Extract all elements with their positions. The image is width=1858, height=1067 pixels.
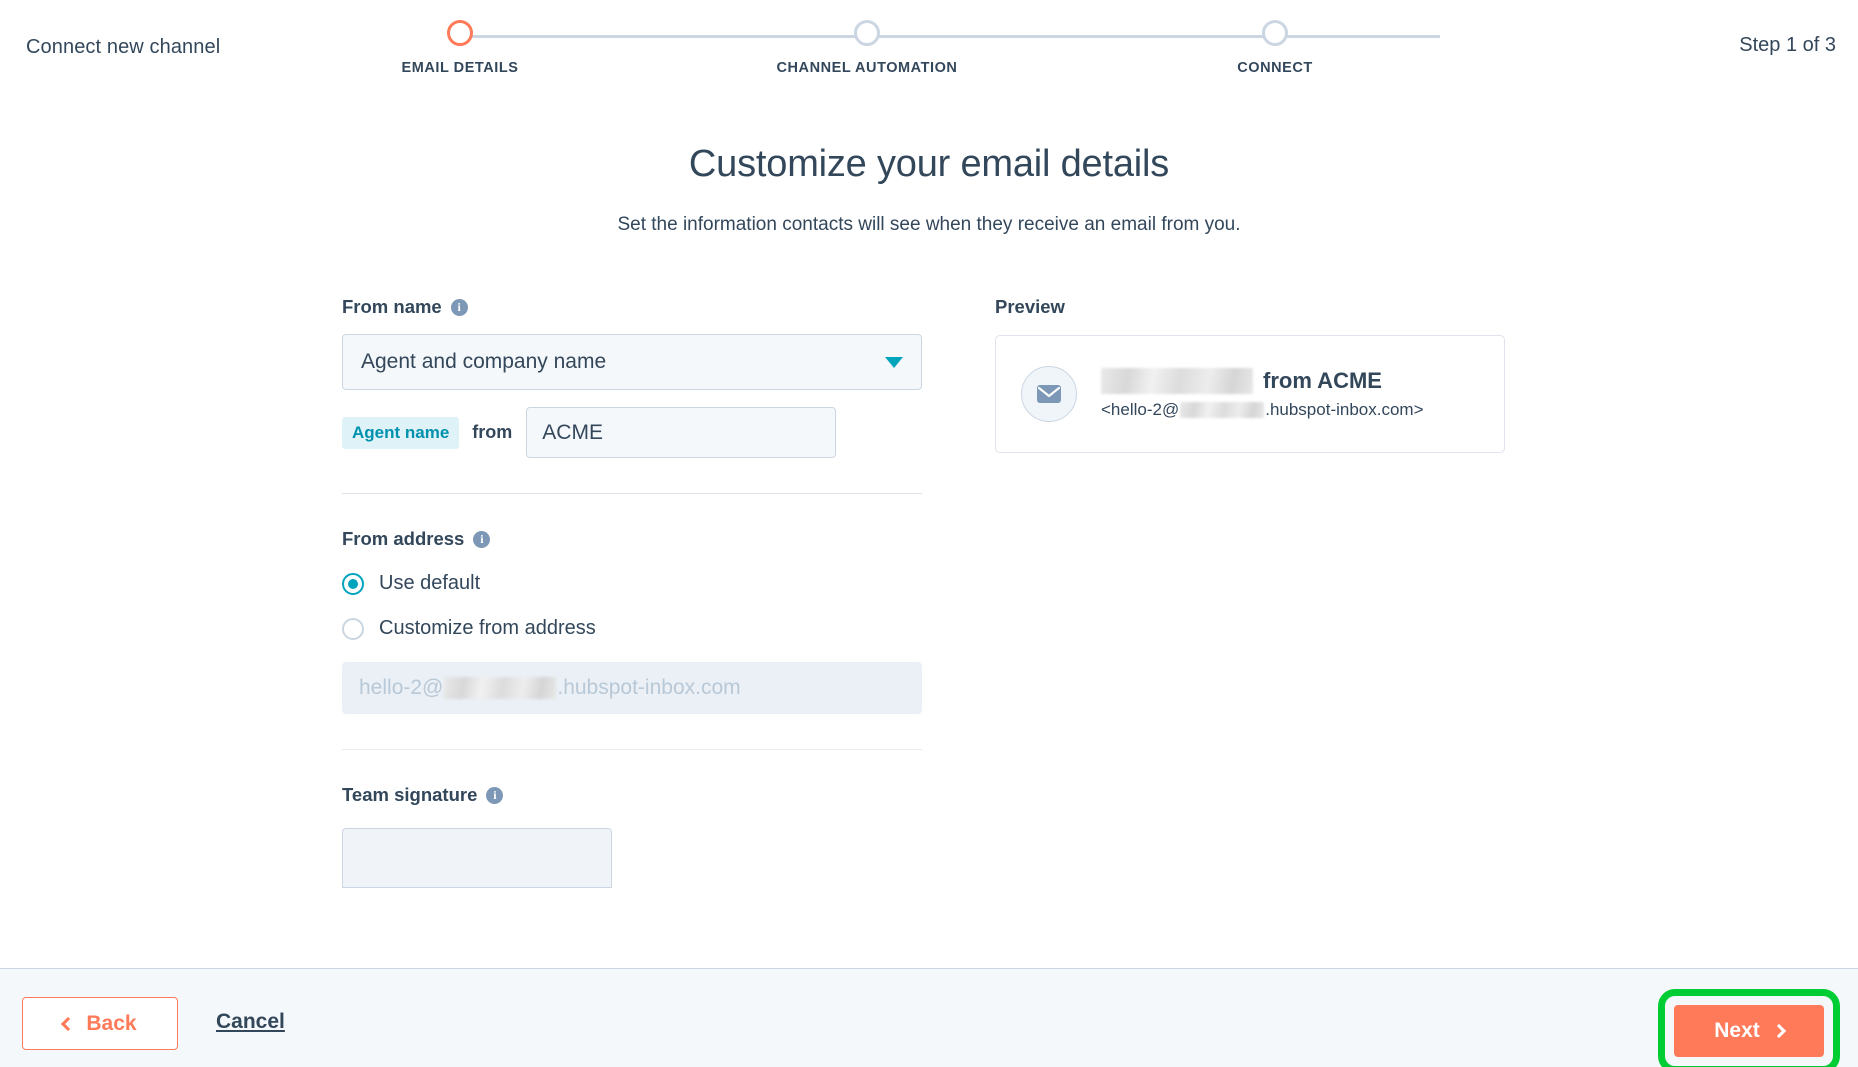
step-dot xyxy=(854,20,880,46)
info-icon[interactable]: i xyxy=(473,530,491,548)
radio-button-selected[interactable] xyxy=(342,572,364,595)
team-signature-label: Team signature i xyxy=(342,784,922,806)
from-address-prefix: hello-2@ xyxy=(359,676,444,699)
chevron-left-icon xyxy=(61,1016,76,1031)
radio-button[interactable] xyxy=(342,617,364,640)
company-name-input[interactable] xyxy=(526,407,837,458)
from-address-label-text: From address xyxy=(342,528,465,549)
email-preview-card: from ACME <hello-2@ .hubspot-inbox.com> xyxy=(995,335,1505,453)
token-from-label: from xyxy=(472,422,513,442)
from-address-suffix: .hubspot-inbox.com xyxy=(557,676,741,699)
step-connect[interactable]: CONNECT xyxy=(1175,18,1375,76)
main-content: Customize your email details Set the inf… xyxy=(0,100,1858,968)
form-column-left: From name i Agent and company name Agent… xyxy=(342,296,922,888)
step-dot xyxy=(1262,20,1288,46)
step-counter: Step 1 of 3 xyxy=(1739,34,1836,56)
from-name-select[interactable]: Agent and company name xyxy=(342,334,922,390)
page-heading: Customize your email details xyxy=(688,143,1170,185)
preview-sender-line: from ACME xyxy=(1101,368,1424,394)
info-icon[interactable]: i xyxy=(450,298,468,316)
next-button[interactable]: Next xyxy=(1674,1005,1824,1057)
chevron-right-icon xyxy=(1771,1023,1786,1039)
from-name-label-text: From name xyxy=(342,296,442,317)
preview-label: Preview xyxy=(995,296,1505,318)
step-channel-automation[interactable]: CHANNEL AUTOMATION xyxy=(767,18,967,76)
chevron-down-icon xyxy=(885,356,903,368)
preview-email-line: <hello-2@ .hubspot-inbox.com> xyxy=(1101,400,1424,420)
next-button-highlight: Next xyxy=(1658,989,1840,1067)
step-label-email-details: EMAIL DETAILS xyxy=(401,60,519,76)
step-dot-active xyxy=(447,20,473,46)
from-name-token-row: Agent name from xyxy=(342,407,922,458)
cancel-button[interactable]: Cancel xyxy=(216,1010,285,1034)
page-title: Connect new channel xyxy=(26,36,221,58)
radio-use-default[interactable]: Use default xyxy=(342,572,922,595)
agent-name-token[interactable]: Agent name xyxy=(342,416,460,449)
next-button-label: Next xyxy=(1714,1019,1760,1042)
back-button-label: Back xyxy=(86,1011,137,1035)
from-address-input-disabled: hello-2@ .hubspot-inbox.com xyxy=(342,662,922,714)
from-address-label: From address i xyxy=(342,528,922,550)
wizard-footer: Back Cancel Next xyxy=(0,968,1858,1067)
preview-text: from ACME <hello-2@ .hubspot-inbox.com> xyxy=(1101,368,1424,420)
page-subheading: Set the information contacts will see wh… xyxy=(617,214,1241,235)
preview-name-suffix: from ACME xyxy=(1263,368,1382,393)
radio-label-use-default: Use default xyxy=(379,572,481,594)
wizard-header: Connect new channel EMAIL DETAILS CHANNE… xyxy=(0,0,1858,100)
step-label-channel-automation: CHANNEL AUTOMATION xyxy=(776,60,958,76)
team-signature-label-text: Team signature xyxy=(342,784,478,805)
team-signature-editor[interactable] xyxy=(342,828,612,888)
section-divider xyxy=(342,749,922,750)
preview-email-close: .hubspot-inbox.com> xyxy=(1265,400,1424,419)
section-divider xyxy=(342,493,922,494)
back-button[interactable]: Back xyxy=(22,997,178,1050)
preview-email-open: <hello-2@ xyxy=(1101,400,1180,419)
envelope-icon xyxy=(1037,385,1061,403)
radio-customize-from-address[interactable]: Customize from address xyxy=(342,617,922,640)
redacted-sender-name xyxy=(1101,368,1253,394)
form-column-right: Preview from ACME <hello-2@ .hubspot-inb… xyxy=(995,296,1505,453)
from-name-select-value: Agent and company name xyxy=(361,350,607,373)
redacted-domain xyxy=(444,677,557,699)
avatar xyxy=(1021,366,1077,422)
wizard-stepper: EMAIL DETAILS CHANNEL AUTOMATION CONNECT xyxy=(402,18,1470,88)
preview-label-text: Preview xyxy=(995,296,1065,317)
redacted-email-domain xyxy=(1180,402,1265,418)
radio-label-customize: Customize from address xyxy=(379,617,596,639)
info-icon[interactable]: i xyxy=(486,786,504,804)
step-label-connect: CONNECT xyxy=(1237,60,1313,76)
from-name-label: From name i xyxy=(342,296,922,318)
step-email-details[interactable]: EMAIL DETAILS xyxy=(360,18,560,76)
